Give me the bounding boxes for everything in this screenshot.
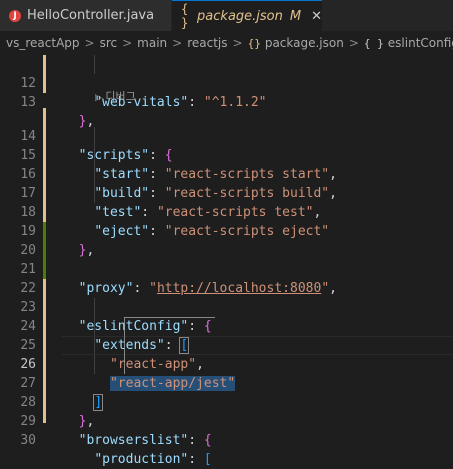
line-number: 30 <box>20 433 36 448</box>
code-line[interactable]: 20 <box>0 222 453 258</box>
tab-package-json[interactable]: { } package.json M ✕ <box>172 0 322 31</box>
chevron-right-icon: > <box>348 36 359 50</box>
breadcrumb-item[interactable]: vs_reactApp <box>6 36 80 50</box>
code-line[interactable]: 30 "production": [ <box>0 412 453 467</box>
code-line[interactable]: 21 "proxy": "http://localhost:8080", <box>0 241 453 296</box>
code-line[interactable]: 14 "scripts": { <box>0 108 453 163</box>
tab-label: package.json <box>197 8 283 24</box>
tab-bar: J HelloController.java { } package.json … <box>0 0 453 31</box>
debug-codelens[interactable]: ▷ 디버그 <box>95 89 136 105</box>
java-file-icon: J <box>9 9 21 22</box>
breadcrumb-item[interactable]: package.json <box>265 36 344 50</box>
breadcrumb-item[interactable]: main <box>137 36 167 50</box>
object-icon: { } <box>363 36 384 50</box>
code-text: "production": [ <box>94 452 212 467</box>
code-line[interactable]: 23 "eslintConfig": { <box>0 279 453 334</box>
chevron-right-icon: > <box>232 36 243 50</box>
chevron-right-icon: > <box>172 36 183 50</box>
code-line[interactable]: 22 <box>0 260 453 296</box>
tab-hellocontroller[interactable]: J HelloController.java <box>0 0 172 31</box>
code-line[interactable]: 19 }, <box>0 203 453 258</box>
code-line[interactable]: 15 "start": "react-scripts start", <box>0 127 453 182</box>
code-line[interactable]: 18 "eject": "react-scripts eject" <box>0 184 453 239</box>
breadcrumb-item[interactable]: eslintConfig <box>388 36 453 50</box>
code-line[interactable]: 24 "extends": [ <box>0 298 453 354</box>
code-line[interactable]: 16 "build": "react-scripts build", <box>0 146 453 201</box>
play-icon: ▷ <box>95 93 102 103</box>
breadcrumb-item[interactable]: reactjs <box>187 36 227 50</box>
json-file-icon: {} <box>247 36 261 50</box>
debug-codelens-label: 디버그 <box>105 90 136 103</box>
code-line[interactable]: 13 }, <box>0 74 453 129</box>
chevron-right-icon: > <box>84 36 95 50</box>
code-line[interactable]: 29 "browserslist": { <box>0 393 453 448</box>
code-line[interactable]: 17 "test": "react-scripts test", <box>0 165 453 220</box>
code-line[interactable]: 26 "react-app/jest" <box>0 336 453 391</box>
chevron-right-icon: > <box>122 36 133 50</box>
code-line[interactable]: 27 ] <box>0 355 453 411</box>
breadcrumb: vs_reactApp > src > main > reactjs > {} … <box>0 31 453 55</box>
code-line[interactable]: 25 "react-app", <box>0 317 453 372</box>
code-line[interactable]: 28 }, <box>0 374 453 429</box>
json-file-icon: { } <box>181 2 189 30</box>
code-line[interactable]: 12 "web-vitals": "^1.1.2" <box>0 55 453 110</box>
breadcrumb-item[interactable]: src <box>100 36 118 50</box>
modified-indicator: M <box>289 8 302 24</box>
code-text: "browserslist": { <box>78 433 212 448</box>
close-icon[interactable]: ✕ <box>311 9 322 24</box>
tab-label: HelloController.java <box>27 8 155 23</box>
